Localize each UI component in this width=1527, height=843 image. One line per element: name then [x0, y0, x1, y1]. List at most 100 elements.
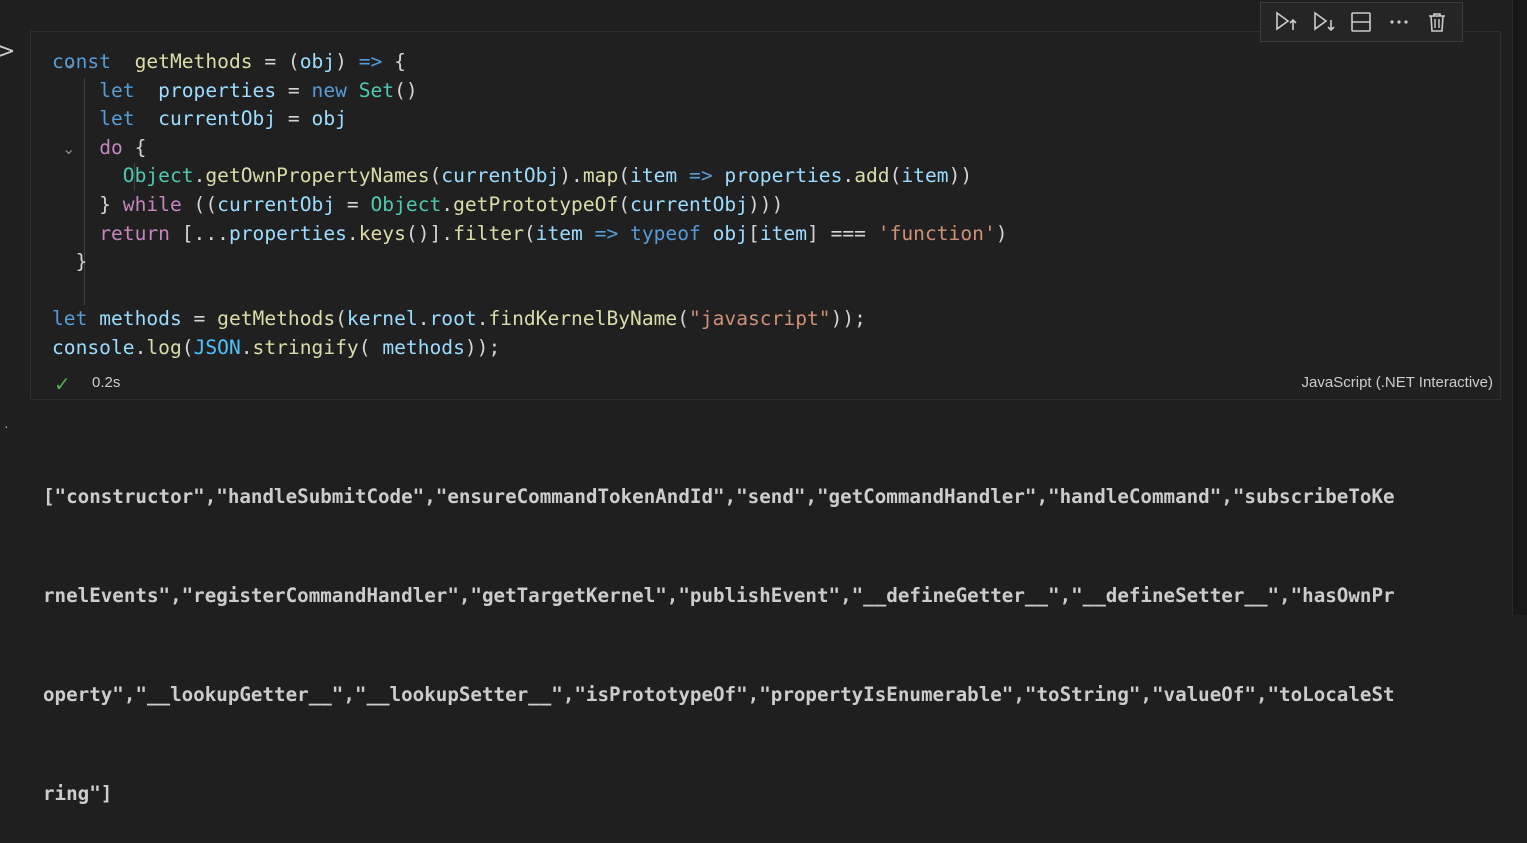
code-line[interactable]: do { [52, 134, 1008, 163]
code-token: ] === [807, 221, 878, 245]
code-line[interactable]: let currentObj = obj [52, 105, 1008, 134]
code-token: getMethods [134, 50, 253, 73]
code-token: ) [995, 221, 1008, 245]
code-token: "javascript" [689, 307, 831, 331]
code-token: = [181, 307, 218, 331]
code-token: currentObj [630, 192, 749, 216]
cell-collapse-chevron-icon[interactable]: > [0, 40, 15, 64]
code-line[interactable] [52, 277, 1008, 306]
code-token: getMethods [217, 307, 336, 331]
code-token: )) [948, 164, 973, 188]
code-token: getOwnPropertyNames [205, 164, 430, 188]
code-token: () [394, 78, 418, 102]
code-line[interactable]: return [...properties.keys()].filter(ite… [52, 220, 1008, 249]
code-token: map [582, 164, 619, 188]
code-token: ( [358, 335, 383, 359]
code-token: typeof [630, 221, 701, 245]
code-token: . [441, 192, 454, 216]
code-token: = ( [252, 50, 300, 73]
code-token: JSON [193, 335, 241, 359]
split-cell-icon[interactable] [1346, 7, 1376, 37]
code-token: currentObj [441, 164, 560, 188]
code-line[interactable]: } [52, 248, 1008, 277]
code-token: getPrototypeOf [453, 192, 619, 216]
code-token: } [52, 192, 123, 216]
code-token: log [146, 335, 182, 359]
code-token: keys [358, 221, 406, 245]
code-line[interactable]: Object.getOwnPropertyNames(currentObj).m… [52, 162, 1008, 191]
cell-toolbar [1260, 2, 1463, 42]
output-line: rnelEvents","registerCommandHandler","ge… [43, 584, 1395, 607]
code-token: . [842, 164, 855, 188]
code-token: kernel [346, 307, 418, 331]
code-token: => [358, 50, 383, 73]
code-token: while [122, 192, 182, 216]
code-token: obj [299, 50, 336, 73]
kernel-language-label[interactable]: JavaScript (.NET Interactive) [1302, 374, 1493, 391]
code-token: obj [712, 221, 749, 245]
code-token: let [99, 78, 135, 102]
code-token: item [535, 221, 583, 245]
code-token: do [99, 135, 123, 159]
code-token: ( [618, 192, 631, 216]
output-line: ring"] [43, 782, 113, 805]
code-token: item [901, 164, 949, 188]
delete-icon[interactable] [1422, 7, 1452, 37]
code-token: properties [724, 164, 843, 188]
code-token: currentObj [217, 192, 336, 216]
code-token: ( [181, 335, 194, 359]
code-token: ))) [748, 192, 784, 216]
code-line[interactable]: let methods = getMethods(kernel.root.fin… [52, 305, 1008, 334]
output-line: ["constructor","handleSubmitCode","ensur… [43, 485, 1395, 508]
code-token: properties [228, 221, 347, 245]
code-token: ()]. [405, 221, 454, 245]
code-token: currentObj [158, 107, 277, 131]
code-token: = [276, 78, 312, 102]
code-token: { [382, 50, 406, 73]
code-token: ( [618, 164, 631, 188]
code-token: } [52, 250, 88, 274]
code-token: . [476, 307, 489, 331]
code-token: methods [99, 307, 182, 331]
code-token: new [311, 78, 347, 102]
code-token: ) [335, 50, 359, 73]
code-line[interactable]: console.log(JSON.stringify( methods)); [52, 334, 1008, 363]
code-token: findKernelByName [488, 307, 678, 331]
code-line[interactable]: let properties = new Set() [52, 77, 1008, 106]
scrollbar-track[interactable] [1512, 0, 1527, 615]
code-token: obj [311, 107, 347, 131]
execute-below-icon[interactable] [1309, 7, 1339, 37]
code-token: ( [429, 164, 442, 188]
code-editor[interactable]: const getMethods = (obj) => { let proper… [52, 48, 1008, 363]
code-token: ( [523, 221, 536, 245]
code-token: Set [358, 78, 395, 102]
success-check-icon: ✓ [54, 372, 71, 396]
code-token: item [630, 164, 678, 188]
code-token: Object [370, 192, 442, 216]
code-token: const [52, 50, 111, 73]
code-token: [ [748, 221, 760, 245]
code-line[interactable]: const getMethods = (obj) => { [52, 48, 1008, 77]
code-token: return [99, 221, 170, 245]
execute-above-icon[interactable] [1271, 7, 1301, 37]
code-line[interactable]: } while ((currentObj = Object.getPrototy… [52, 191, 1008, 220]
code-token: ( [335, 307, 347, 331]
output-marker: · [4, 418, 9, 434]
code-token: )); [830, 307, 866, 331]
code-token: = [276, 107, 312, 131]
code-token: . [346, 221, 359, 245]
more-icon[interactable] [1384, 7, 1414, 37]
